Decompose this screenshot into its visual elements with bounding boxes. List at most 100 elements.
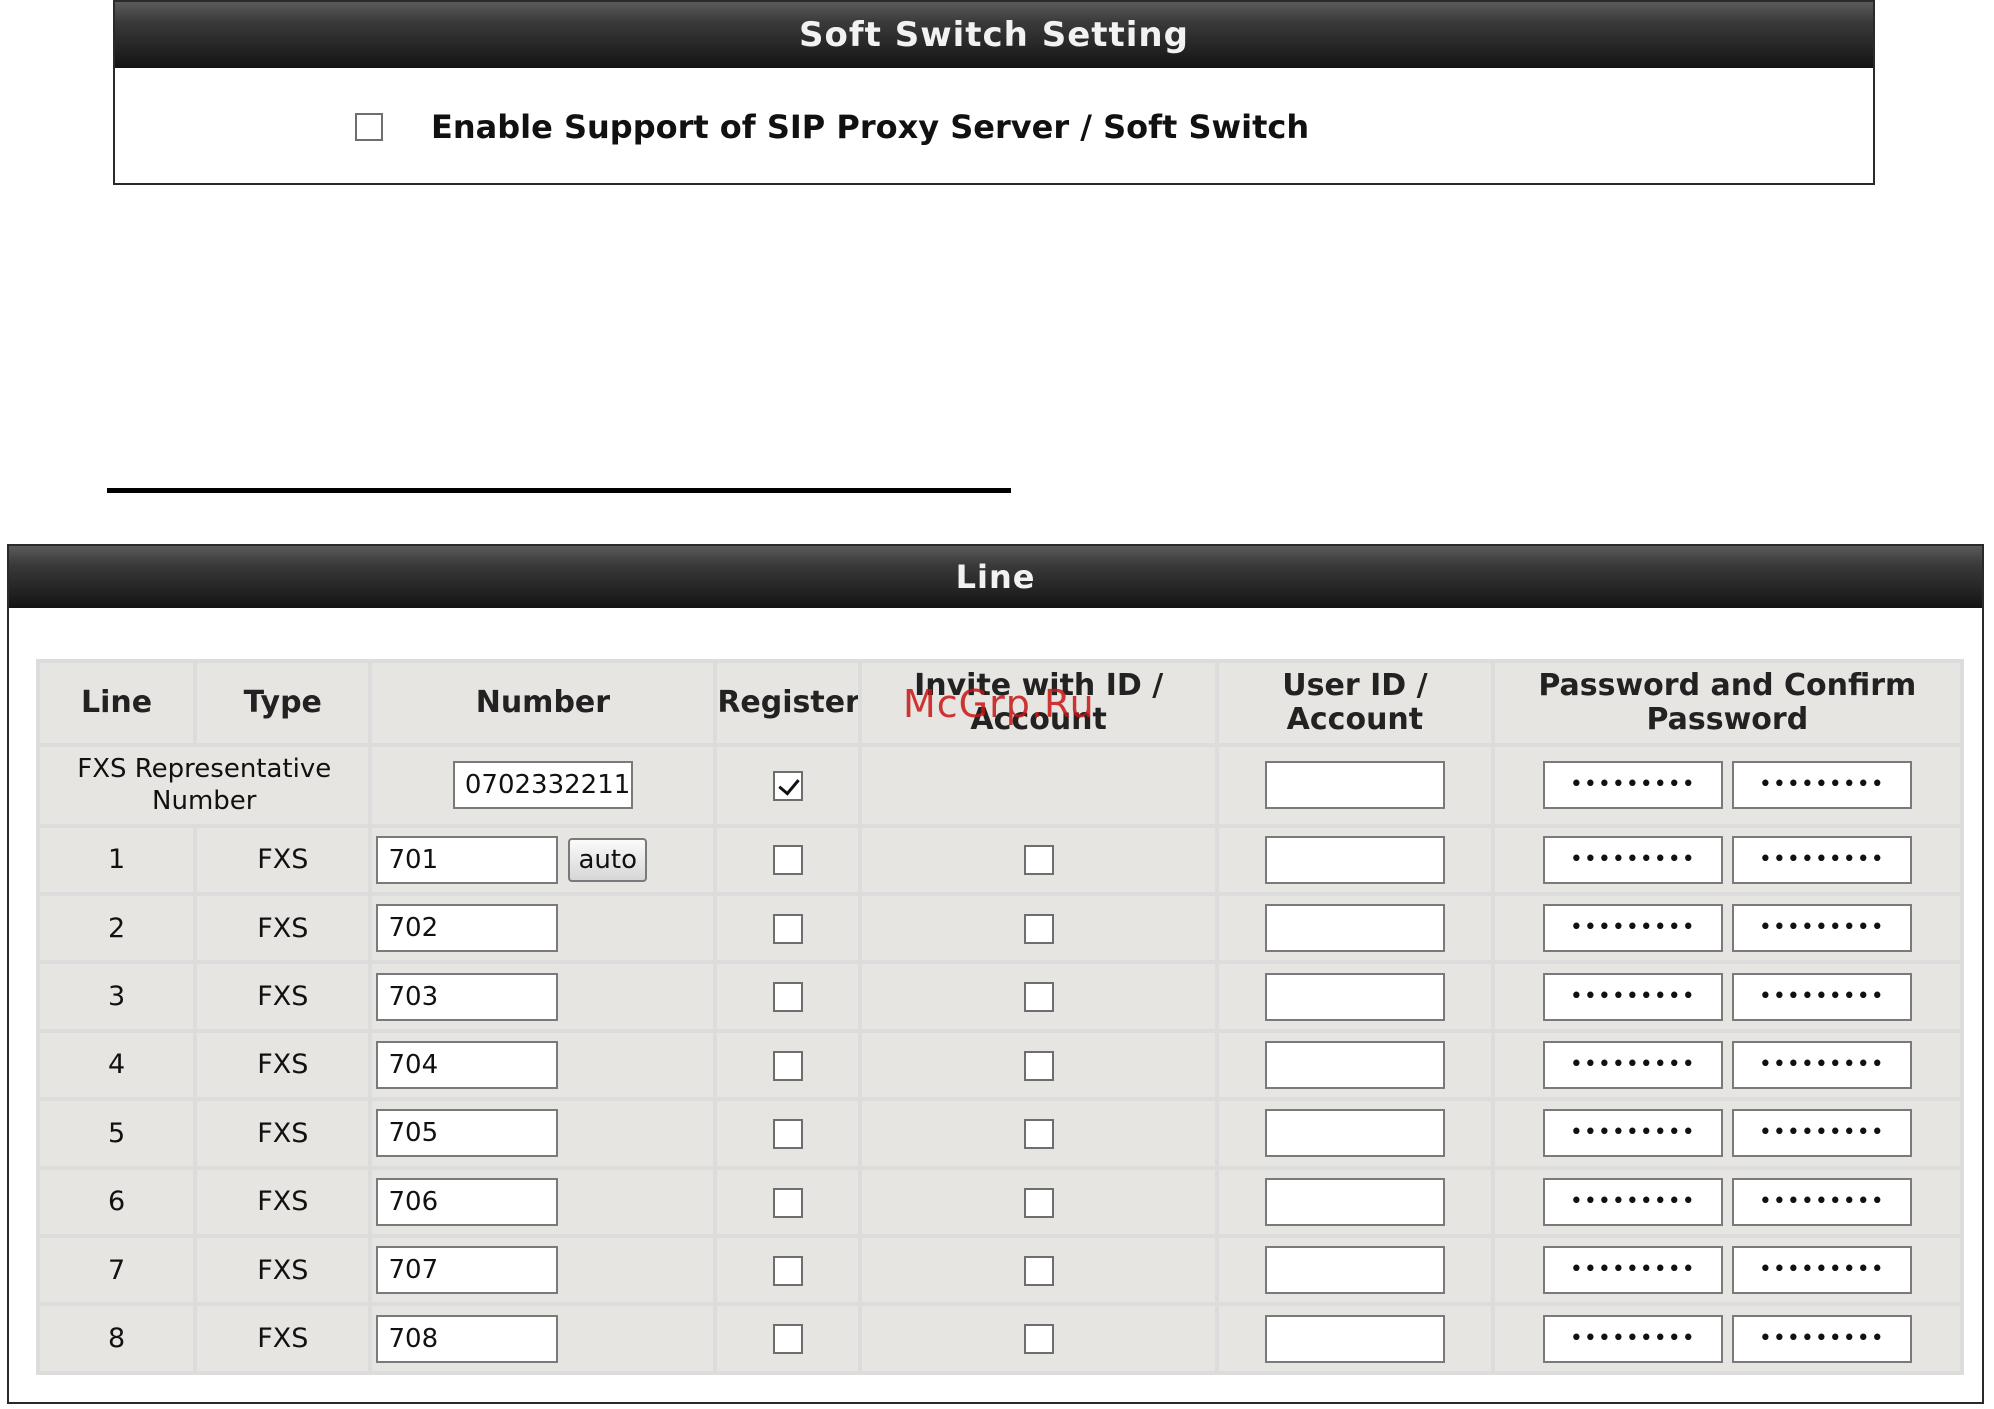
- invite-cell: [862, 1169, 1216, 1235]
- header-type: Type: [197, 663, 369, 743]
- number-input[interactable]: 707: [376, 1246, 559, 1295]
- enable-soft-switch-checkbox[interactable]: [355, 113, 383, 141]
- register-cell: [717, 1101, 859, 1166]
- userid-input[interactable]: [1264, 1109, 1445, 1158]
- password-input[interactable]: •••••••••: [1542, 1177, 1723, 1226]
- register-checkbox[interactable]: [772, 982, 803, 1013]
- invite-checkbox[interactable]: [1023, 1187, 1054, 1218]
- confirm-password-input[interactable]: •••••••••: [1731, 904, 1912, 953]
- password-cell: ••••••••• •••••••••: [1494, 1101, 1960, 1166]
- invite-checkbox[interactable]: [1023, 982, 1054, 1013]
- password-input[interactable]: •••••••••: [1542, 1246, 1723, 1295]
- soft-switch-enable-row: Enable Support of SIP Proxy Server / Sof…: [355, 108, 1309, 146]
- line-table-wrap: Line Type Number Register Invite with ID…: [36, 659, 1964, 1375]
- register-cell: [717, 1169, 859, 1235]
- type-cell: FXS: [197, 1306, 369, 1371]
- invite-checkbox[interactable]: [1023, 1050, 1054, 1081]
- password-input[interactable]: •••••••••: [1542, 835, 1723, 884]
- register-checkbox[interactable]: [772, 913, 803, 944]
- password-input[interactable]: •••••••••: [1542, 1040, 1723, 1089]
- password-cell: ••••••••• •••••••••: [1494, 1032, 1960, 1098]
- register-cell: [717, 1306, 859, 1371]
- userid-input[interactable]: [1264, 972, 1445, 1021]
- representative-userid-cell: [1219, 747, 1491, 824]
- number-input[interactable]: 708: [376, 1314, 559, 1363]
- auto-button[interactable]: auto: [568, 837, 647, 882]
- confirm-password-input[interactable]: •••••••••: [1731, 1314, 1912, 1363]
- number-input[interactable]: 706: [376, 1177, 559, 1226]
- userid-cell: [1219, 1101, 1491, 1166]
- line-row: 1 FXS 701 auto ••••••••• •••••••••: [40, 827, 1960, 892]
- line-cell: 5: [40, 1101, 194, 1166]
- register-checkbox[interactable]: [772, 1256, 803, 1286]
- representative-number-input[interactable]: 0702332211: [452, 761, 633, 810]
- number-cell: 703: [372, 964, 714, 1029]
- register-checkbox[interactable]: [772, 1050, 803, 1081]
- register-cell: [717, 1238, 859, 1303]
- line-cell: 3: [40, 964, 194, 1029]
- register-cell: [717, 1032, 859, 1098]
- password-input[interactable]: •••••••••: [1542, 1109, 1723, 1158]
- line-cell: 4: [40, 1032, 194, 1098]
- confirm-password-input[interactable]: •••••••••: [1731, 1109, 1912, 1158]
- representative-confirm-input[interactable]: •••••••••: [1731, 761, 1912, 810]
- invite-checkbox[interactable]: [1023, 845, 1054, 876]
- soft-switch-title: Soft Switch Setting: [115, 2, 1873, 68]
- userid-cell: [1219, 1169, 1491, 1235]
- invite-checkbox[interactable]: [1023, 1324, 1054, 1355]
- userid-input[interactable]: [1264, 904, 1445, 953]
- number-cell: 708: [372, 1306, 714, 1371]
- representative-number-cell: 0702332211: [372, 747, 714, 824]
- representative-invite-cell: [862, 747, 1216, 824]
- register-checkbox[interactable]: [772, 845, 803, 876]
- userid-input[interactable]: [1264, 1314, 1445, 1363]
- type-cell: FXS: [197, 1169, 369, 1235]
- register-checkbox[interactable]: [772, 1324, 803, 1355]
- register-cell: [717, 827, 859, 892]
- confirm-password-input[interactable]: •••••••••: [1731, 1177, 1912, 1226]
- userid-cell: [1219, 1238, 1491, 1303]
- invite-cell: [862, 1032, 1216, 1098]
- invite-cell: [862, 964, 1216, 1029]
- representative-password-input[interactable]: •••••••••: [1542, 761, 1723, 810]
- representative-register-checkbox[interactable]: [772, 771, 803, 801]
- userid-input[interactable]: [1264, 1246, 1445, 1295]
- userid-input[interactable]: [1264, 835, 1445, 884]
- password-input[interactable]: •••••••••: [1542, 972, 1723, 1021]
- confirm-password-input[interactable]: •••••••••: [1731, 1040, 1912, 1089]
- number-input[interactable]: 702: [376, 904, 559, 953]
- password-cell: ••••••••• •••••••••: [1494, 1238, 1960, 1303]
- register-checkbox[interactable]: [772, 1119, 803, 1150]
- invite-checkbox[interactable]: [1023, 913, 1054, 944]
- userid-cell: [1219, 827, 1491, 892]
- password-input[interactable]: •••••••••: [1542, 904, 1723, 953]
- number-cell: 706: [372, 1169, 714, 1235]
- password-cell: ••••••••• •••••••••: [1494, 895, 1960, 961]
- confirm-password-input[interactable]: •••••••••: [1731, 972, 1912, 1021]
- number-input[interactable]: 704: [376, 1040, 559, 1089]
- password-cell: ••••••••• •••••••••: [1494, 964, 1960, 1029]
- userid-input[interactable]: [1264, 1040, 1445, 1089]
- watermark-text: McGrp.Ru: [903, 682, 1095, 726]
- number-cell: 702: [372, 895, 714, 961]
- invite-checkbox[interactable]: [1023, 1256, 1054, 1286]
- confirm-password-input[interactable]: •••••••••: [1731, 1246, 1912, 1295]
- register-checkbox[interactable]: [772, 1187, 803, 1218]
- number-input[interactable]: 703: [376, 972, 559, 1021]
- representative-userid-input[interactable]: [1264, 761, 1445, 810]
- password-input[interactable]: •••••••••: [1542, 1314, 1723, 1363]
- type-cell: FXS: [197, 895, 369, 961]
- number-cell: 701 auto: [372, 827, 714, 892]
- number-input[interactable]: 705: [376, 1109, 559, 1158]
- invite-checkbox[interactable]: [1023, 1119, 1054, 1150]
- invite-cell: [862, 1238, 1216, 1303]
- number-input[interactable]: 701: [376, 835, 559, 884]
- header-userid: User ID / Account: [1219, 663, 1491, 743]
- header-line: Line: [40, 663, 194, 743]
- confirm-password-input[interactable]: •••••••••: [1731, 835, 1912, 884]
- representative-label: FXS Representative Number: [40, 747, 369, 824]
- userid-input[interactable]: [1264, 1177, 1445, 1226]
- type-cell: FXS: [197, 1238, 369, 1303]
- invite-cell: [862, 1101, 1216, 1166]
- line-table: Line Type Number Register Invite with ID…: [36, 659, 1964, 1375]
